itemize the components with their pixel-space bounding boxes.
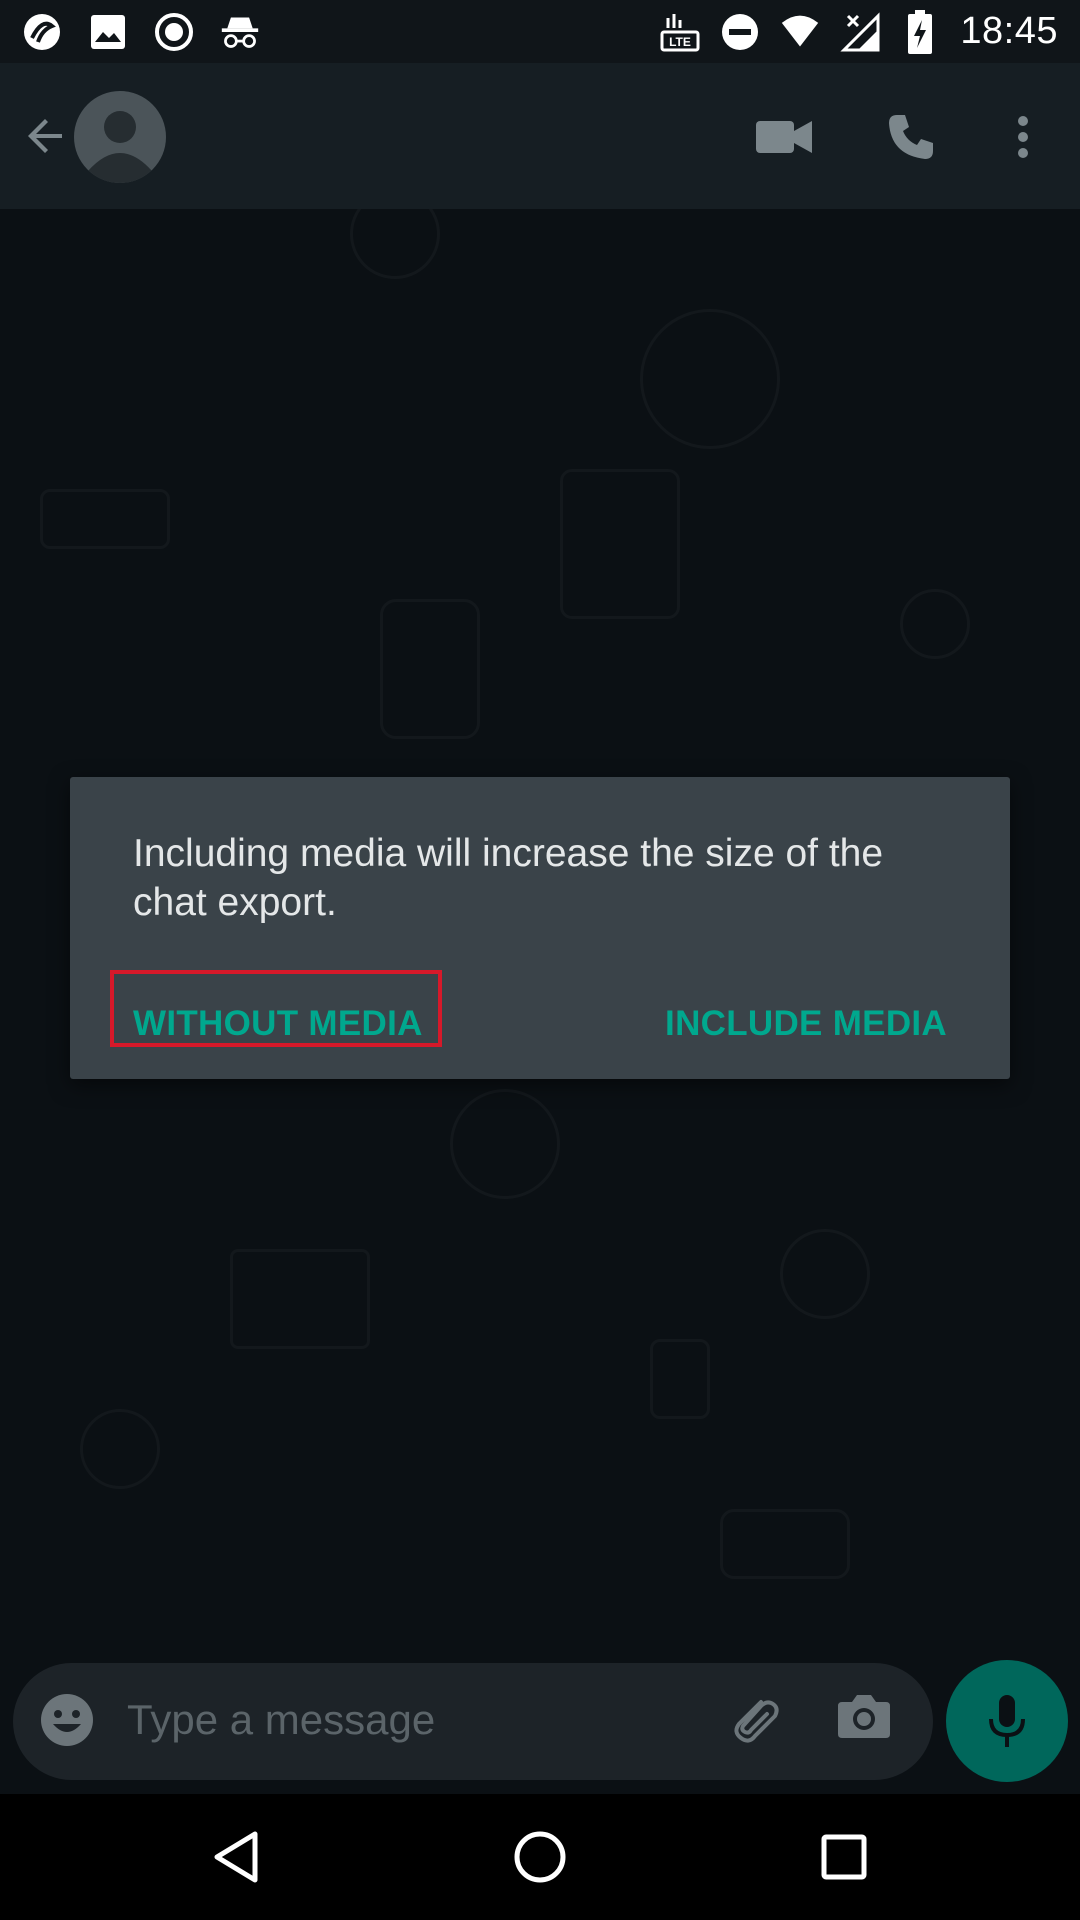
voice-message-button[interactable] [946, 1660, 1068, 1782]
do-not-disturb-icon [720, 12, 760, 52]
wallpaper-doodle [230, 1249, 370, 1349]
wallpaper-doodle [650, 1339, 710, 1419]
message-input[interactable]: Type a message [127, 1696, 435, 1744]
network-type-label: LTE [670, 35, 692, 49]
message-input-bar: Type a message [13, 1663, 933, 1780]
back-button[interactable] [18, 108, 74, 164]
camera-icon [838, 1695, 890, 1738]
more-options-button[interactable] [987, 101, 1059, 173]
wallpaper-doodle [80, 1409, 160, 1489]
video-call-button[interactable] [748, 101, 820, 173]
wallpaper-doodle [380, 599, 480, 739]
image-icon [88, 12, 128, 52]
include-media-button[interactable]: INCLUDE MEDIA [665, 997, 947, 1051]
dialog-message: Including media will increase the size o… [133, 832, 884, 924]
highlight-outline [110, 970, 442, 1047]
voice-call-icon [889, 115, 933, 159]
status-bar-right: LTE 18:45 [660, 9, 1058, 54]
system-navigation-bar [0, 1794, 1080, 1920]
attachment-icon [734, 1700, 779, 1743]
battery-charging-icon [900, 9, 940, 54]
voice-call-button[interactable] [875, 101, 947, 173]
nav-recents-icon [821, 1834, 867, 1880]
wallpaper-doodle [40, 489, 170, 549]
wallpaper-doodle [450, 1089, 560, 1199]
contact-avatar[interactable] [74, 91, 166, 183]
wallpaper-doodle [720, 1509, 850, 1579]
more-options-icon [1018, 116, 1028, 158]
wallpaper-doodle [780, 1229, 870, 1319]
wallpaper-doodle [560, 469, 680, 619]
record-icon [154, 12, 194, 52]
incognito-icon [220, 12, 260, 52]
arrow-back-icon [28, 119, 62, 153]
status-bar-left [22, 12, 260, 52]
app-logo-icon [22, 12, 62, 52]
attach-button[interactable] [723, 1690, 787, 1754]
nav-home-icon [514, 1831, 566, 1883]
emoji-button[interactable] [39, 1692, 99, 1752]
nav-back-icon [214, 1831, 258, 1883]
camera-button[interactable] [836, 1690, 900, 1754]
nav-recents-button[interactable] [811, 1824, 877, 1890]
nav-back-button[interactable] [203, 1824, 269, 1890]
status-bar: LTE 18:45 [0, 0, 1080, 63]
nav-home-button[interactable] [507, 1824, 573, 1890]
clock-time: 18:45 [960, 10, 1058, 52]
wallpaper-doodle [900, 589, 970, 659]
mic-icon [989, 1695, 1025, 1747]
volte-lte-icon: LTE [660, 12, 700, 52]
chat-app-bar [0, 63, 1080, 209]
wifi-icon [780, 12, 820, 52]
default-avatar-icon [88, 111, 152, 183]
emoji-icon [41, 1694, 93, 1746]
signal-off-icon [840, 11, 880, 52]
video-call-icon [756, 121, 812, 153]
wallpaper-doodle [640, 309, 780, 449]
wallpaper-doodle [350, 209, 440, 279]
